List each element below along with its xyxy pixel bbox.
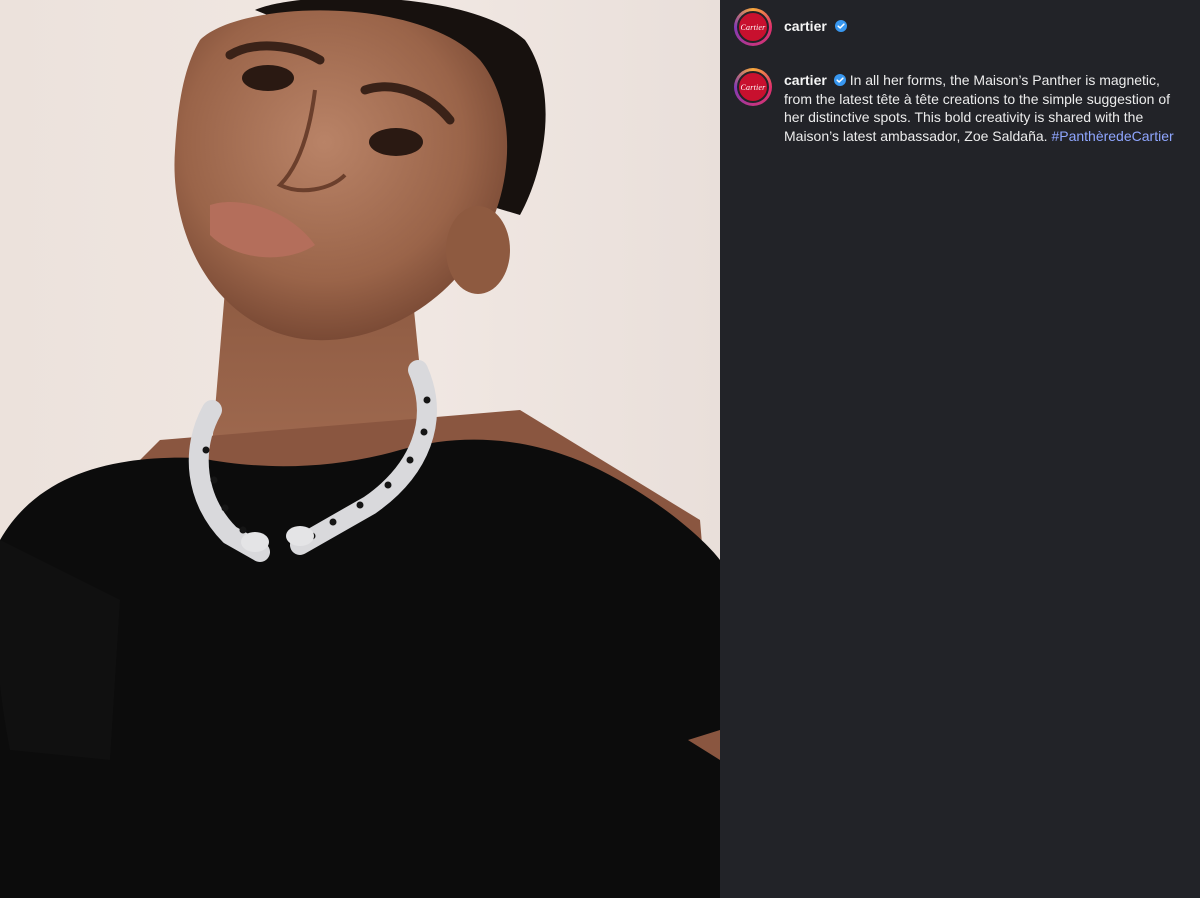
cartier-logo: Cartier [740,82,766,92]
post-photo[interactable] [0,0,720,898]
username-link[interactable]: cartier [784,18,827,34]
verified-badge-icon [835,20,848,32]
verified-badge-icon [833,74,846,86]
post-header: Cartier cartier [734,8,848,46]
caption-username-link[interactable]: cartier [784,72,827,88]
portrait-image [0,0,720,898]
username-wrapper: cartier [784,18,848,36]
post-caption: Cartier cartier In all her forms, the Ma… [734,68,1184,145]
profile-avatar[interactable]: Cartier [734,8,772,46]
hashtag-link[interactable]: #PanthèredeCartier [1051,128,1173,144]
caption-text: cartier In all her forms, the Maison’s P… [784,68,1184,145]
post-side-panel: Cartier cartier Cartier cartier In all h… [720,0,1200,898]
avatar-image: Cartier [737,71,769,103]
cartier-logo: Cartier [740,22,766,32]
caption-avatar[interactable]: Cartier [734,68,772,106]
instagram-post: Cartier cartier Cartier cartier In all h… [0,0,1200,898]
avatar-image: Cartier [737,11,769,43]
